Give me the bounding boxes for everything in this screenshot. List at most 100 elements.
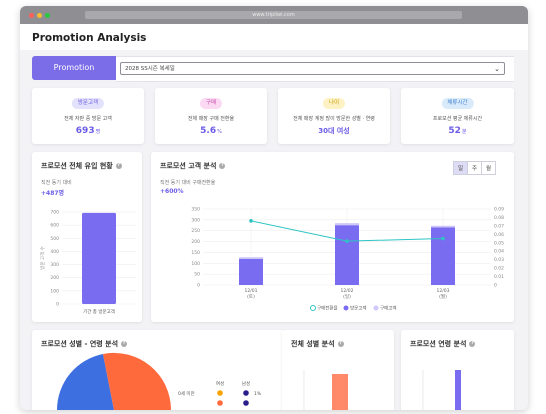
- legend-dot-orange: [217, 390, 223, 396]
- legend-marker-visitors: [343, 305, 349, 311]
- right-tick-label: 0.09: [494, 207, 504, 213]
- left-tick-label: 300: [191, 217, 200, 223]
- left-tick-label: 100: [191, 261, 200, 267]
- conversion-point: [441, 236, 445, 241]
- pie-slice-orange: [103, 352, 172, 410]
- visitor-bar: [431, 227, 455, 285]
- promotion-select-value: 2028 SS시즌 복세일: [125, 66, 175, 72]
- left-tick-label: 350: [191, 207, 200, 213]
- kpi-card-demographic: 나이 전체 매장 계정 많이 방문한 성별 · 연령 30대 여성: [278, 88, 390, 144]
- inflow-chart: 700 600 500 400 300 200 100 0 방문 고객 수기간 총 방문고객: [39, 210, 136, 315]
- y-tick-label: 700: [50, 210, 59, 216]
- close-window-icon[interactable]: [29, 13, 34, 18]
- purchase-bar: [239, 257, 263, 259]
- y-tick-label: 100: [50, 288, 59, 294]
- legend-marker-purchases: [373, 305, 379, 311]
- age-bar: [455, 370, 461, 410]
- kpi-unit: %: [217, 129, 222, 135]
- right-tick-label: 0: [494, 283, 497, 289]
- y-tick-label: 0: [56, 302, 59, 308]
- right-tick-label: 0.08: [494, 215, 504, 221]
- promotion-button[interactable]: Promotion: [32, 56, 116, 80]
- legend-label-purchases: 구매고객: [380, 305, 397, 312]
- legend-dot-orange-2: [217, 400, 223, 406]
- legend-head-male: 남성: [242, 380, 250, 387]
- y-axis-label: 방문 고객 수: [39, 246, 46, 270]
- kpi-value: 693명: [32, 126, 144, 136]
- visitor-bar: [335, 225, 359, 285]
- kpi-number: 30대 여성: [318, 127, 350, 135]
- inflow-card: 프로모션 전체 유입 현황? 직전 동기 대비 +487명 700 600 500 4…: [32, 152, 142, 322]
- kpi-unit: 분: [461, 129, 467, 135]
- kpi-card-conversion: 구매 전체 매장 구매 전환율 5.6%: [155, 88, 267, 144]
- gender-card: 전체 성별 분석?: [282, 330, 394, 410]
- chevron-down-icon: ⌄: [494, 65, 500, 73]
- gender-chart: [303, 370, 348, 410]
- customer-chart: 350 300 250 200 150 100 50 0 0.09 0.08 0.07 0.06 0.0…: [191, 207, 504, 312]
- right-tick-label: 0.07: [494, 223, 504, 229]
- kpi-badge: 나이: [322, 98, 346, 109]
- x-tick-sub-label: (일): [343, 293, 351, 300]
- age-card: 프로모션 연령 분석?: [401, 330, 514, 410]
- kpi-value: 30대 여성: [278, 126, 390, 136]
- conversion-point: [249, 219, 253, 223]
- gender-age-chart: 여성 남성 0세 미만 1%: [56, 352, 262, 410]
- age-chart: [422, 370, 461, 410]
- gender-age-card: 프로모션 성별 - 연령 분석? 여성 남성 0세 미만 1%: [32, 330, 284, 410]
- address-bar[interactable]: www.tripliwi.com: [85, 11, 462, 19]
- browser-titlebar: www.tripliwi.com: [20, 6, 528, 24]
- right-tick-label: 0.01: [494, 274, 504, 280]
- legend-head-female: 여성: [216, 380, 224, 387]
- x-axis-label: 기간 총 방문고객: [83, 308, 115, 315]
- right-tick-label: 0.04: [494, 249, 504, 255]
- kpi-card-visitors: 방문고객 전체 자판 중 방문 고객 693명: [32, 88, 144, 144]
- kpi-badge: 방문고객: [71, 98, 105, 109]
- x-tick-sub-label: (월): [439, 293, 447, 300]
- kpi-value: 52분: [401, 126, 514, 136]
- kpi-label: 전체 매장 구매 전환율: [187, 116, 235, 122]
- kpi-number: 693: [75, 126, 95, 136]
- visitor-bar: [239, 258, 263, 285]
- x-tick-label: 12/01: [245, 288, 258, 294]
- promotion-select[interactable]: 2028 SS시즌 복세일 ⌄: [120, 62, 505, 75]
- y-tick-label: 400: [50, 249, 59, 255]
- x-tick-sub-label: (토): [247, 294, 255, 300]
- y-tick-label: 300: [50, 262, 59, 268]
- left-tick-label: 250: [191, 228, 200, 234]
- kpi-label: 전체 자판 중 방문 고객: [64, 116, 112, 122]
- right-tick-label: 0.06: [494, 232, 504, 238]
- right-tick-label: 0.05: [494, 240, 504, 246]
- left-tick-label: 150: [191, 250, 200, 256]
- inflow-bar: [82, 212, 116, 304]
- kpi-number: 5.6: [200, 126, 217, 136]
- kpi-card-dwell-time: 체류시간 프로모션 평균 체류시간 52분: [401, 88, 514, 144]
- kpi-badge: 구매: [199, 98, 223, 109]
- x-tick-label: 12/03: [437, 288, 450, 294]
- kpi-unit: 명: [95, 129, 101, 135]
- y-tick-label: 200: [50, 275, 59, 281]
- kpi-label: 프로모션 평균 체류시간: [432, 116, 483, 122]
- legend-dot-navy-2: [243, 400, 249, 406]
- page-title: Promotion Analysis: [32, 32, 147, 44]
- minimize-window-icon[interactable]: [37, 13, 42, 18]
- legend-row-label: 0세 미만: [178, 390, 195, 397]
- kpi-label: 전체 매장 계정 많이 방문한 성별 · 연령: [293, 116, 375, 122]
- gender-bar: [332, 374, 348, 410]
- legend-pct: 1%: [254, 391, 262, 397]
- legend-dot-navy: [243, 390, 249, 396]
- conversion-point: [345, 239, 349, 243]
- left-tick-label: 200: [191, 239, 200, 245]
- legend-label-visitors: 방문고객: [350, 305, 367, 312]
- promotion-select-wrap: 2028 SS시즌 복세일 ⌄: [116, 56, 514, 82]
- kpi-value: 5.6%: [155, 126, 267, 136]
- maximize-window-icon[interactable]: [45, 13, 50, 18]
- left-tick-label: 50: [194, 272, 200, 278]
- y-tick-label: 500: [50, 236, 59, 242]
- right-tick-label: 0.02: [494, 266, 504, 272]
- legend-label-conversion: 구매전환율: [317, 305, 338, 312]
- x-tick-label: 12/02: [341, 288, 354, 294]
- y-tick-label: 600: [50, 223, 59, 229]
- kpi-badge: 체류시간: [441, 98, 474, 109]
- purchase-bar: [431, 225, 455, 228]
- legend-marker-conversion: [310, 305, 316, 311]
